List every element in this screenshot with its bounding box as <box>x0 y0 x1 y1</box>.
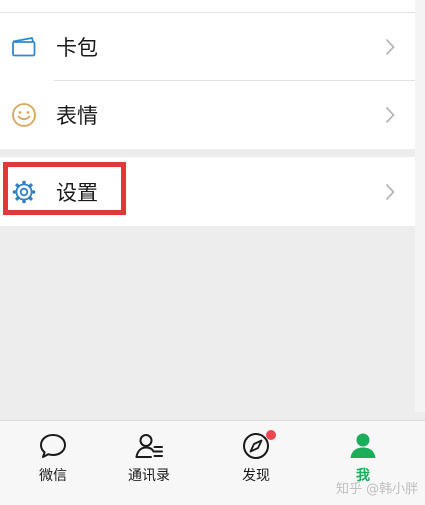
menu-item-settings[interactable]: 设置 <box>0 157 415 226</box>
menu-item-stickers[interactable]: 表情 <box>0 81 415 149</box>
notification-dot <box>266 430 276 440</box>
menu-group-settings: 设置 <box>0 157 415 226</box>
chevron-right-icon <box>385 106 395 124</box>
menu-group-top: 卡包 表情 <box>0 0 415 149</box>
smiley-face-icon <box>12 103 36 127</box>
tab-label: 通讯录 <box>128 468 170 484</box>
tab-label: 微信 <box>39 468 67 484</box>
watermark-text: 知乎 @韩小胖 <box>336 482 419 497</box>
contacts-icon <box>135 434 163 458</box>
card-wallet-icon <box>12 37 36 57</box>
menu-item-label: 设置 <box>56 180 98 205</box>
tab-label: 发现 <box>242 468 270 484</box>
tab-discover[interactable]: 发现 <box>203 421 309 491</box>
tab-bar-gap <box>0 412 425 420</box>
tab-chats[interactable]: 微信 <box>0 421 106 491</box>
chevron-right-icon <box>385 183 395 200</box>
previous-row-remnant <box>0 0 415 12</box>
person-icon <box>350 433 376 458</box>
menu-item-card-package[interactable]: 卡包 <box>0 13 415 81</box>
me-page-screen: 卡包 表情 设置 微信 通讯录 发现 我 知乎 @韩小胖 <box>0 0 425 505</box>
menu-item-label: 表情 <box>56 104 98 128</box>
chevron-right-icon <box>385 38 395 56</box>
chat-bubble-icon <box>40 434 66 458</box>
bottom-tab-bar: 微信 通讯录 发现 我 知乎 @韩小胖 <box>0 420 425 505</box>
menu-item-label: 卡包 <box>56 36 98 60</box>
tab-contacts[interactable]: 通讯录 <box>96 421 202 491</box>
gear-icon <box>12 180 36 203</box>
